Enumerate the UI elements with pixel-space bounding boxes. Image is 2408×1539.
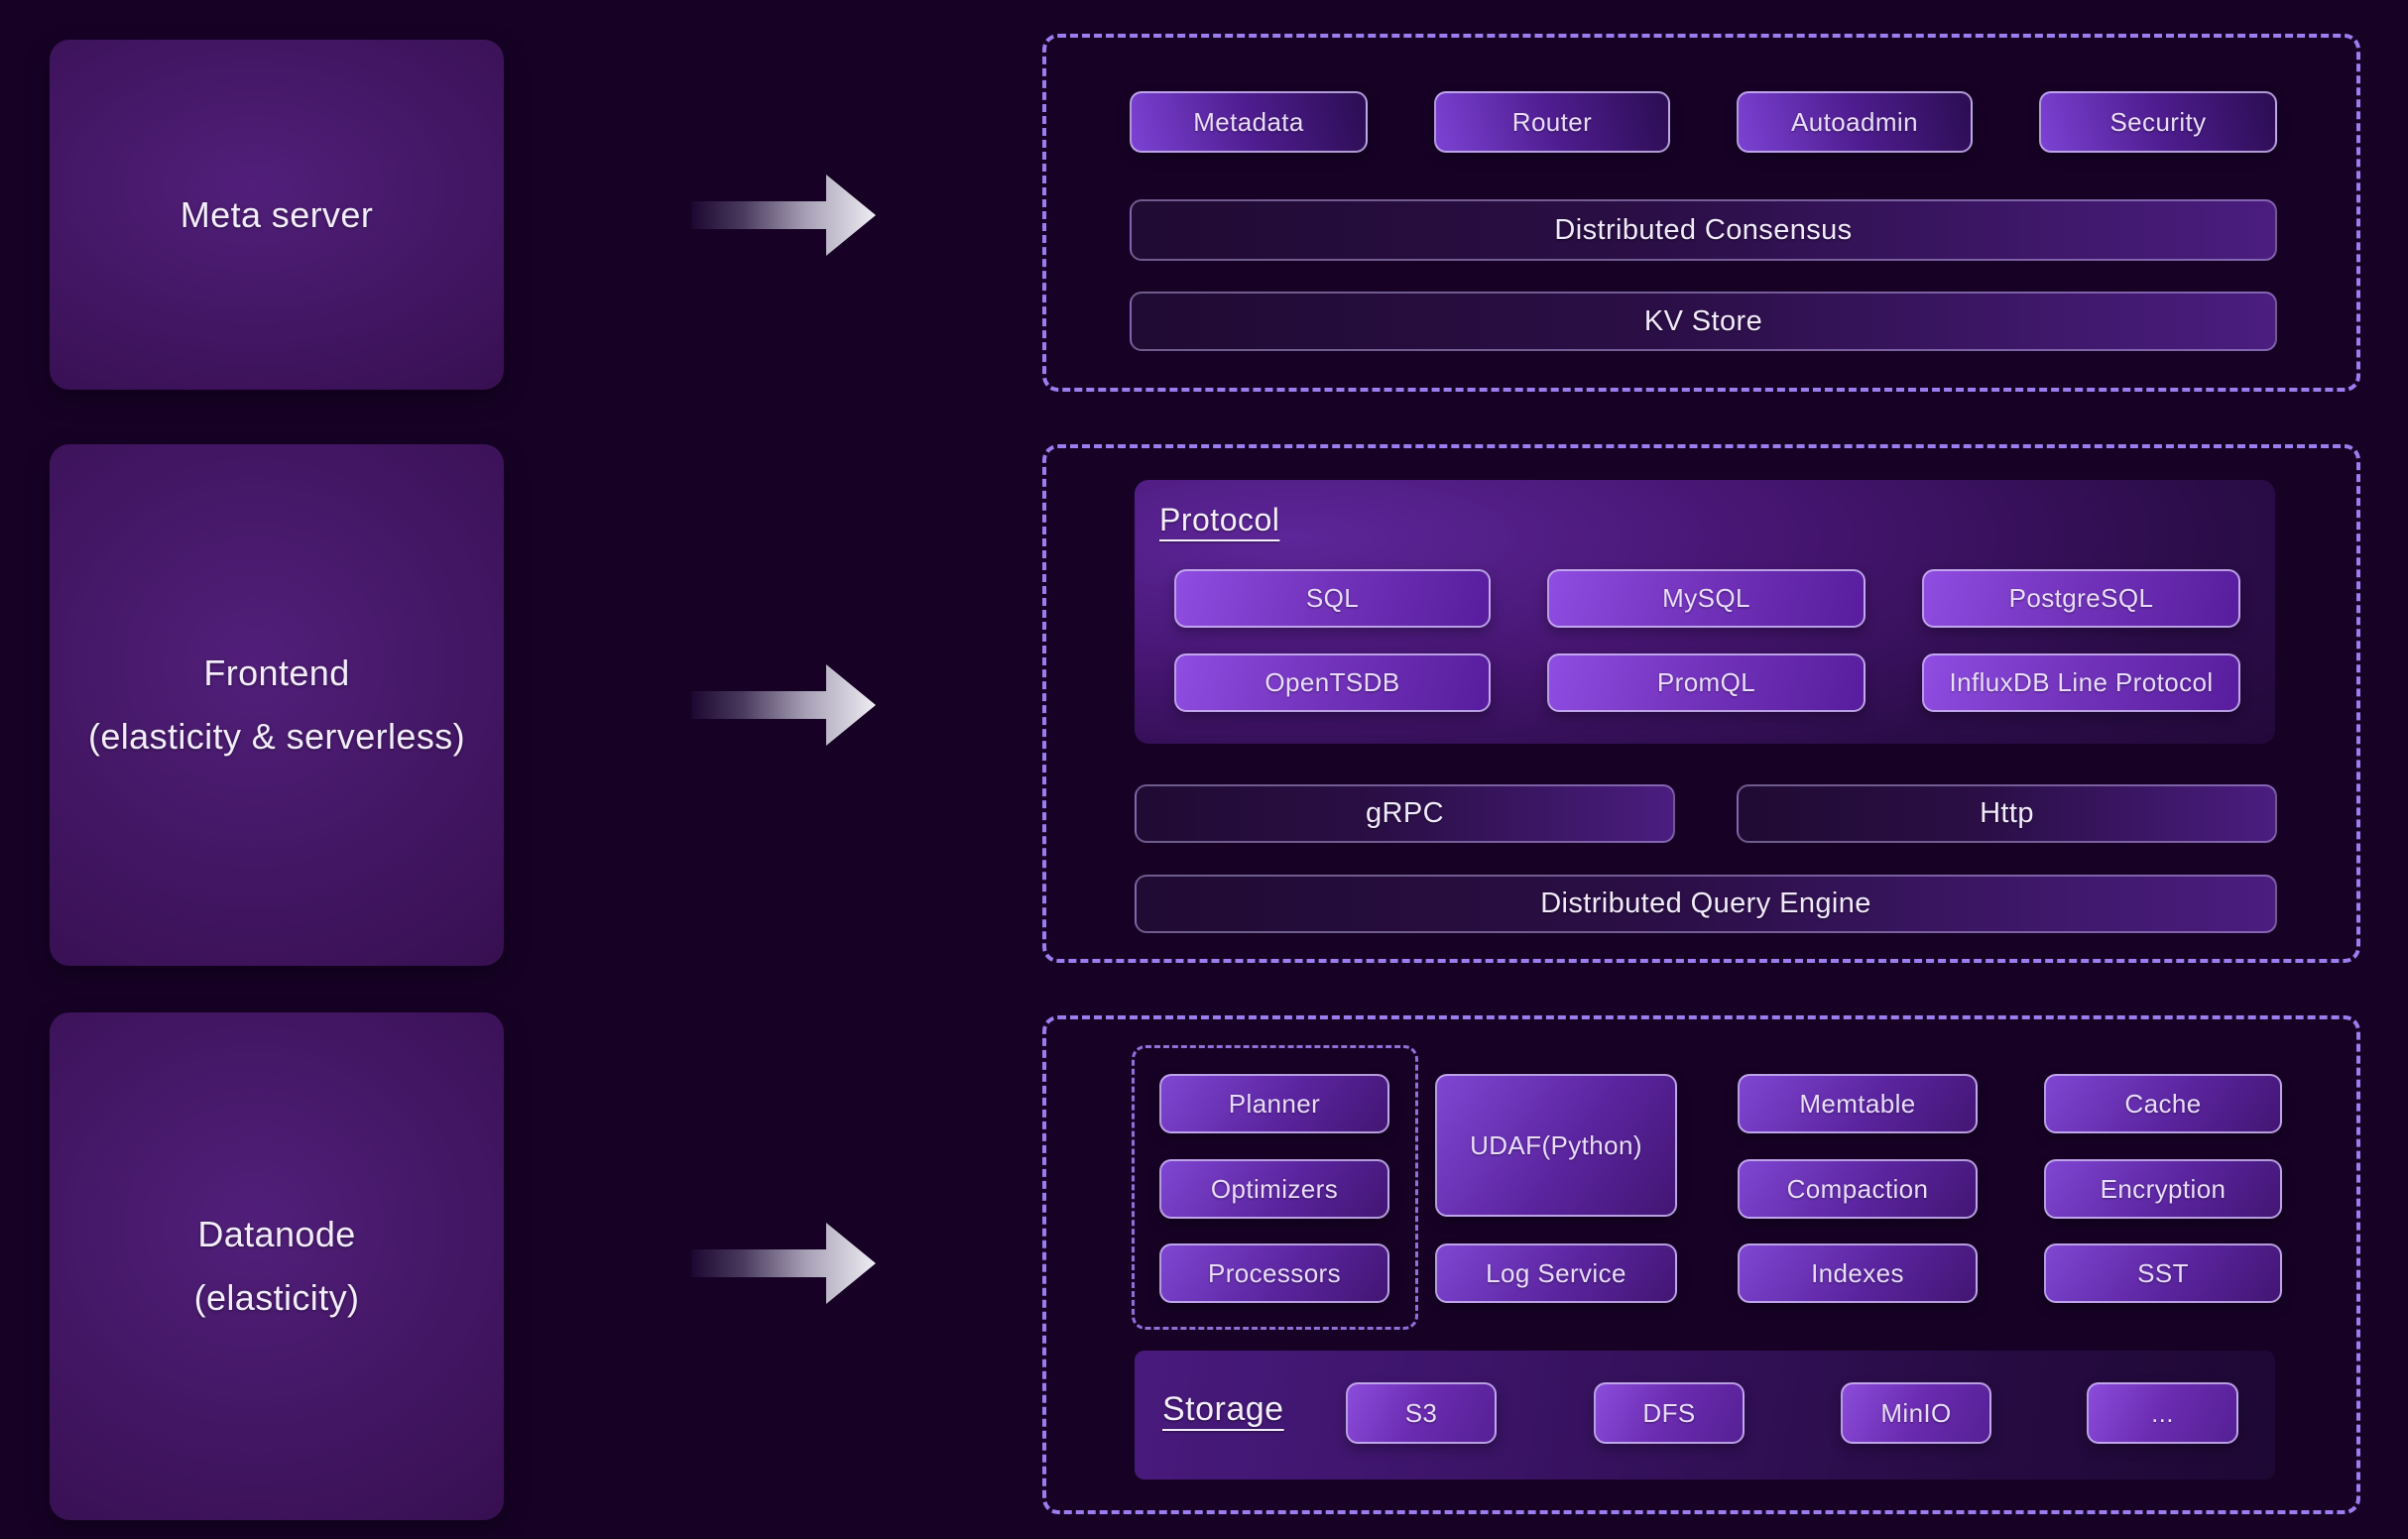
datanode-label: Datanode [197,1203,355,1266]
flow-arrow-icon [691,175,876,256]
bar-grpc: gRPC [1135,784,1675,843]
chip-autoadmin: Autoadmin [1737,91,1973,153]
meta-server-label: Meta server [181,183,373,247]
chip-s3: S3 [1346,1382,1497,1444]
bar-kv-store: KV Store [1130,292,2277,351]
storage-panel: Storage S3 DFS MinIO ... [1135,1351,2275,1480]
datanode-sublabel: (elasticity) [194,1266,360,1330]
flow-arrow-icon [691,1223,876,1304]
meta-server-box: Meta server [50,40,504,390]
chip-sst: SST [2044,1243,2282,1303]
chip-promql: PromQL [1547,653,1866,712]
chip-cache: Cache [2044,1074,2282,1133]
chip-dfs: DFS [1594,1382,1745,1444]
chip-mysql: MySQL [1547,569,1866,628]
bar-distributed-consensus: Distributed Consensus [1130,199,2277,261]
bar-distributed-query-engine: Distributed Query Engine [1135,875,2277,933]
flow-arrow-icon [691,664,876,746]
frontend-box: Frontend (elasticity & serverless) [50,444,504,966]
chip-encryption: Encryption [2044,1159,2282,1219]
chip-postgresql: PostgreSQL [1922,569,2240,628]
chip-influxdb-line-protocol: InfluxDB Line Protocol [1922,653,2240,712]
chip-more: ... [2087,1382,2238,1444]
chip-log-service: Log Service [1435,1243,1677,1303]
chip-sql: SQL [1174,569,1491,628]
datanode-group: Planner Optimizers Processors UDAF(Pytho… [1042,1015,2360,1514]
protocol-panel: Protocol SQL MySQL PostgreSQL OpenTSDB P… [1135,480,2275,744]
protocol-heading: Protocol [1159,502,1279,538]
chip-processors: Processors [1159,1243,1389,1303]
chip-compaction: Compaction [1738,1159,1978,1219]
chip-indexes: Indexes [1738,1243,1978,1303]
bar-http: Http [1737,784,2277,843]
chip-memtable: Memtable [1738,1074,1978,1133]
meta-server-group: Metadata Router Autoadmin Security Distr… [1042,34,2360,392]
storage-heading: Storage [1162,1390,1284,1429]
chip-opentsdb: OpenTSDB [1174,653,1491,712]
chip-security: Security [2039,91,2277,153]
frontend-group: Protocol SQL MySQL PostgreSQL OpenTSDB P… [1042,444,2360,963]
chip-udaf-python: UDAF(Python) [1435,1074,1677,1217]
frontend-sublabel: (elasticity & serverless) [88,705,465,769]
chip-minio: MinIO [1841,1382,1991,1444]
chip-router: Router [1434,91,1670,153]
chip-metadata: Metadata [1130,91,1368,153]
frontend-label: Frontend [203,642,349,705]
chip-planner: Planner [1159,1074,1389,1133]
chip-optimizers: Optimizers [1159,1159,1389,1219]
datanode-box: Datanode (elasticity) [50,1012,504,1520]
architecture-diagram: Meta server Frontend (elasticity & serve… [0,0,2408,1539]
